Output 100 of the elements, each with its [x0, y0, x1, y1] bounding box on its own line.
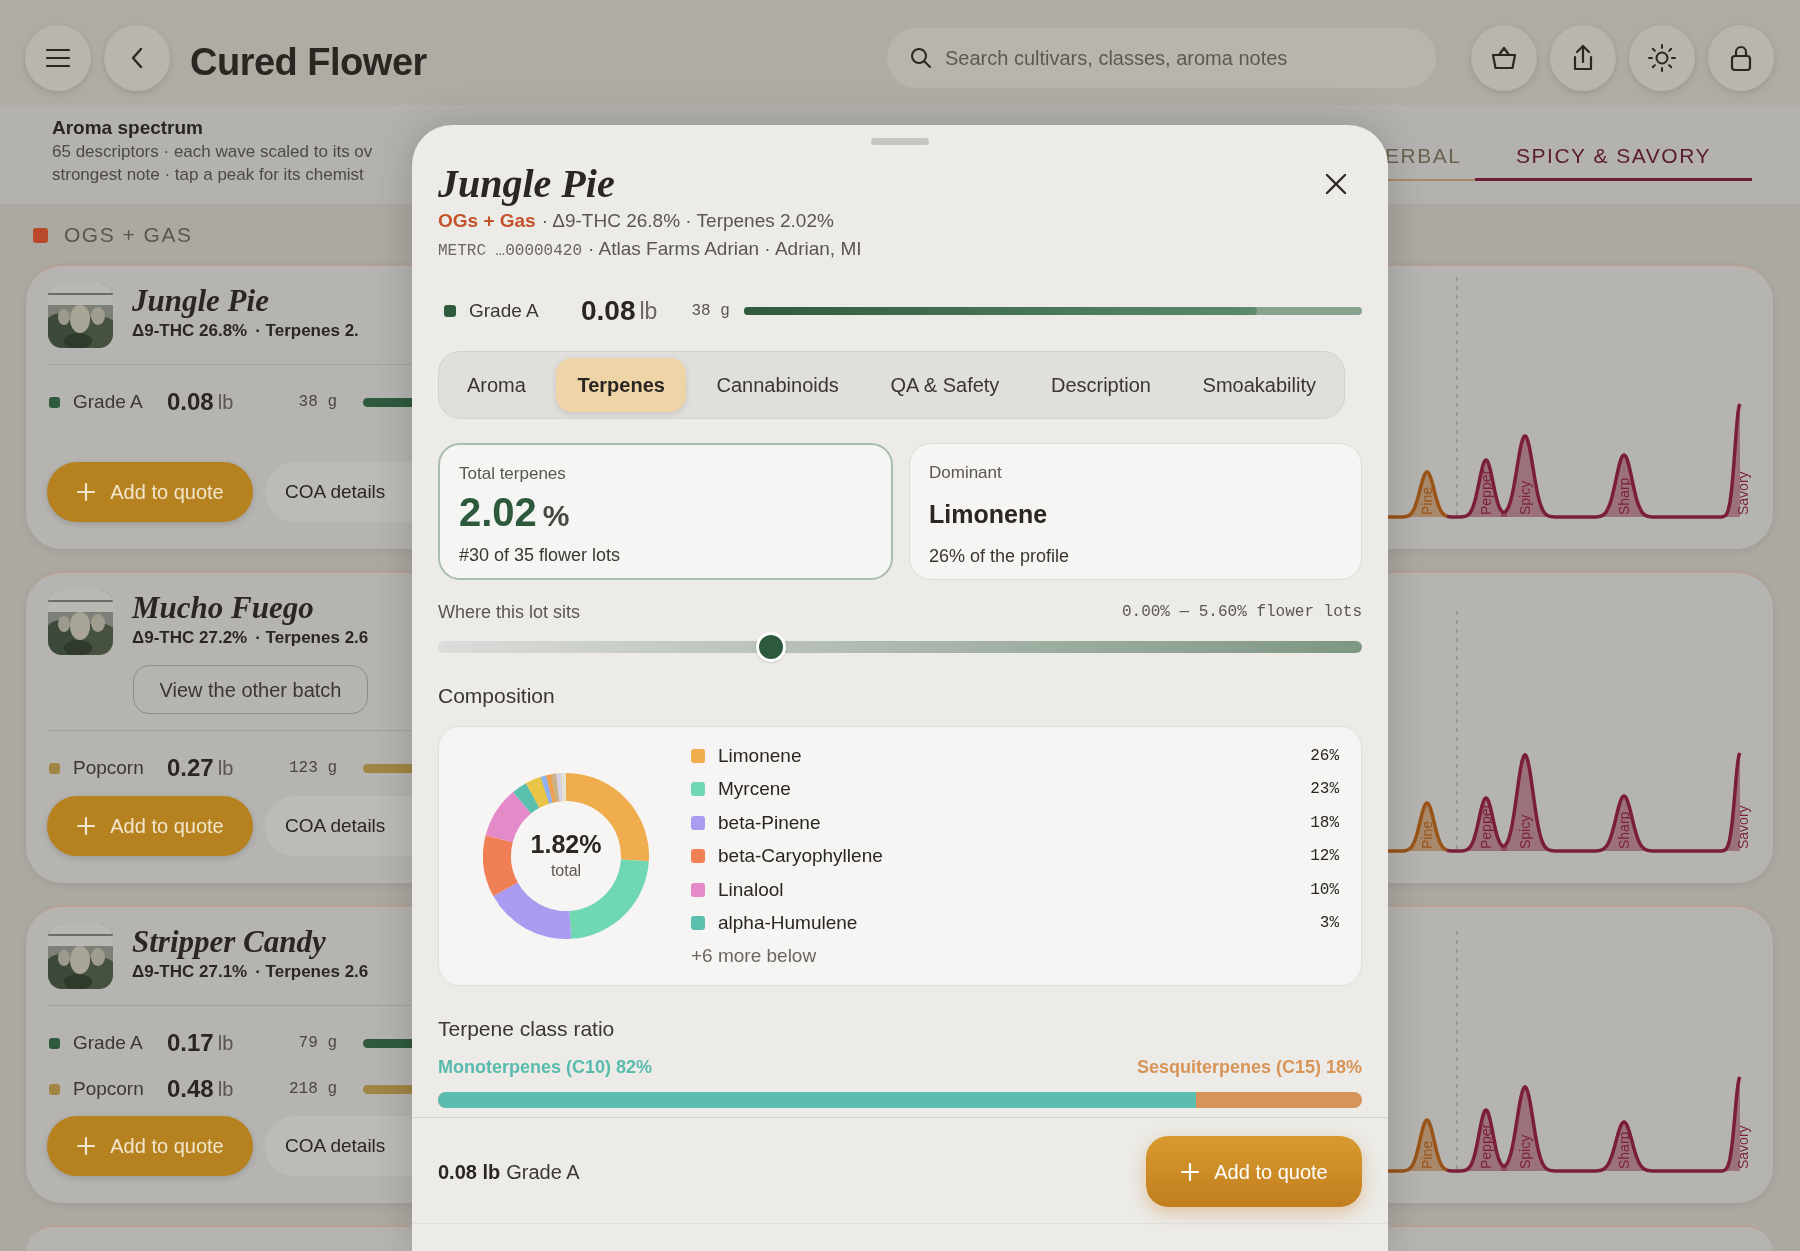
- terpene-value: · Terpenes 2.: [255, 320, 359, 342]
- peak-label: Pine: [1419, 820, 1435, 849]
- weight-unit: lb: [217, 756, 234, 781]
- weight-unit: lb: [217, 1031, 234, 1056]
- range-label: 0.00% — 5.60% flower lots: [1121, 602, 1362, 623]
- category-tab[interactable]: SPICY & SAVORY: [1475, 133, 1752, 181]
- basket-button[interactable]: [1471, 25, 1537, 91]
- peak-label: Sharp: [1616, 811, 1632, 849]
- weight-value: 0.08: [581, 294, 636, 328]
- grade-label: Grade A: [469, 298, 540, 323]
- peak-label: Pine: [1419, 1140, 1435, 1169]
- grams-value: 123 g: [288, 758, 337, 779]
- stat-unit: %: [542, 497, 570, 534]
- legend-value: 26%: [1310, 745, 1339, 767]
- detail-tab[interactable]: Terpenes: [556, 358, 686, 412]
- coa-details-button[interactable]: COA details: [265, 1116, 412, 1176]
- stat-label: Dominant: [929, 462, 1003, 484]
- donut-total: 1.82%: [530, 829, 602, 859]
- plus-icon: [76, 482, 97, 502]
- other-batch-button[interactable]: View the other batch: [133, 665, 368, 714]
- thc-value: Δ9-THC 27.2%: [132, 627, 248, 649]
- detail-tab[interactable]: Description: [1029, 358, 1172, 412]
- lock-icon: [1729, 44, 1753, 72]
- weight-unit: lb: [639, 296, 658, 326]
- theme-button[interactable]: [1629, 25, 1695, 91]
- detail-tab[interactable]: Cannabinoids: [695, 358, 860, 412]
- thc-value: Δ9-THC 26.8%: [132, 320, 248, 342]
- stat-note: 26% of the profile: [929, 545, 1071, 568]
- legend-label: Limonene: [718, 743, 802, 768]
- terpene-value: · Terpenes 2.6: [255, 627, 369, 649]
- peak-label: Sharp: [1616, 477, 1632, 515]
- sheet-facts: · Δ9-THC 26.8% · Terpenes 2.02%: [541, 209, 834, 233]
- peak-label: Savory: [1735, 805, 1751, 849]
- thc-value: Δ9-THC 27.1%: [132, 961, 248, 983]
- legend-label: alpha-Humulene: [718, 911, 858, 935]
- weight-unit: lb: [217, 390, 234, 415]
- source-label: · Atlas Farms Adrian · Adrian, MI: [588, 237, 862, 261]
- grade-label: Popcorn: [73, 755, 145, 780]
- grade-label: Grade A: [73, 389, 144, 414]
- stock-bar: [363, 763, 412, 773]
- coa-details-button[interactable]: COA details: [265, 462, 412, 522]
- legend-label: Myrcene: [718, 777, 791, 801]
- legend-label: beta-Pinene: [718, 810, 821, 835]
- section-title: Aroma spectrum: [52, 116, 204, 140]
- terpene-value: · Terpenes 2.6: [255, 961, 369, 983]
- peak-label: Spicy: [1517, 1134, 1533, 1169]
- legend-value: 3%: [1319, 913, 1339, 935]
- group-label: OGS + GAS: [64, 222, 193, 249]
- stat-note: #30 of 35 flower lots: [459, 543, 622, 567]
- legend-value: 18%: [1310, 812, 1339, 834]
- page-title: Cured Flower: [190, 40, 427, 85]
- menu-icon: [45, 48, 71, 68]
- weight-value: 0.27: [167, 753, 214, 783]
- strain-name: Jungle Pie: [132, 284, 270, 318]
- stock-bar: [363, 1038, 412, 1048]
- drag-handle[interactable]: [871, 138, 929, 145]
- menu-button[interactable]: [25, 25, 91, 91]
- plus-icon: [76, 1136, 97, 1156]
- chevron-left-icon: [130, 47, 144, 69]
- slider-thumb[interactable]: [755, 632, 786, 662]
- section-description: 65 descriptors · each wave scaled to its ov: [52, 141, 374, 163]
- stat-value: Limonene: [929, 498, 1049, 530]
- peak-label: Savory: [1735, 471, 1751, 515]
- lock-button[interactable]: [1708, 25, 1774, 91]
- grade-label: Grade A: [73, 1030, 144, 1055]
- peak-label: Pine: [1419, 486, 1435, 515]
- plus-icon: [76, 816, 97, 836]
- stock-bar: [363, 397, 412, 407]
- section-description: strongest note · tap a peak for its chemist: [52, 164, 365, 186]
- detail-tab[interactable]: Smoakability: [1181, 358, 1337, 412]
- weight-value: 0.08: [167, 387, 214, 417]
- detail-tab[interactable]: QA & Safety: [869, 358, 1021, 412]
- sun-icon: [1647, 43, 1677, 73]
- legend-value: 10%: [1310, 879, 1339, 901]
- detail-tab[interactable]: Aroma: [446, 358, 547, 412]
- legend-label: Linalool: [718, 877, 784, 902]
- strain-name: Mucho Fuego: [132, 591, 315, 625]
- category-label: OGs + Gas: [438, 209, 536, 233]
- more-note: +6 more below: [691, 944, 818, 969]
- minor-slices-drawing: [526, 773, 566, 808]
- legend-label: beta-Caryophyllene: [718, 844, 883, 868]
- search-icon: [909, 46, 933, 70]
- section-heading: Composition: [438, 683, 556, 709]
- ratio-label: Sesquiterpenes (C15) 18%: [1136, 1056, 1362, 1079]
- slider-label: Where this lot sits: [438, 601, 581, 624]
- coa-details-button[interactable]: COA details: [265, 796, 412, 856]
- sheet-title: Jungle Pie: [438, 161, 615, 207]
- legend-value: 12%: [1310, 846, 1339, 868]
- search-field[interactable]: Search cultivars, classes, aroma notes: [887, 28, 1436, 88]
- stat-value: 2.02: [459, 488, 537, 535]
- grams-value: 38 g: [691, 301, 730, 322]
- grams-value: 79 g: [297, 1033, 337, 1054]
- share-button[interactable]: [1550, 25, 1616, 91]
- metrc-id: METRC …00000420: [438, 241, 583, 262]
- strain-name: Stripper Candy: [132, 925, 327, 959]
- weight-value: 0.17: [167, 1028, 214, 1058]
- stat-label: Total terpenes: [459, 463, 567, 485]
- section-heading: Terpene class ratio: [438, 1016, 616, 1042]
- ratio-label: Monoterpenes (C10) 82%: [438, 1056, 653, 1079]
- donut-caption: total: [550, 861, 582, 881]
